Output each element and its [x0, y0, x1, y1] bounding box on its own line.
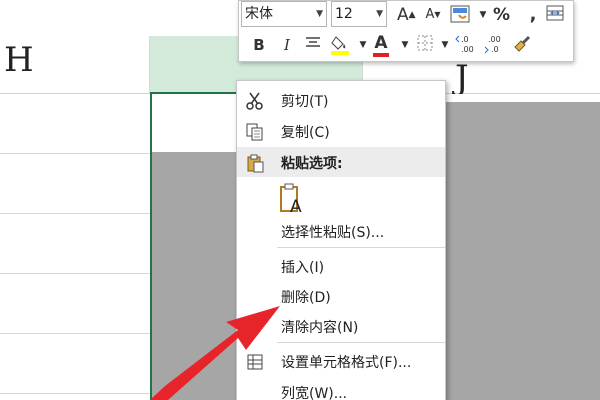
merge-center-icon [546, 5, 564, 21]
increase-decimal-button[interactable]: .0 .00 [455, 33, 479, 57]
menu-item-format-cells[interactable]: 设置单元格格式(F)... [237, 346, 445, 376]
font-name-combo[interactable]: 宋体 ▼ [241, 1, 327, 27]
menu-item-paste-keep-text[interactable]: A [237, 178, 445, 220]
cell[interactable] [0, 94, 150, 154]
shrink-font-button[interactable]: A▼ [425, 3, 441, 27]
paste-keep-text-icon: A [280, 183, 302, 214]
spreadsheet-app: H J 宋体 ▼ 12 ▼ A▲ A▼ ▼ % , B I ▼ A ▼ ▼ .0… [0, 0, 600, 400]
borders-merge-button[interactable] [545, 3, 565, 27]
clipboard-icon [247, 154, 264, 173]
chevron-down-icon[interactable]: ▼ [316, 2, 323, 26]
menu-label: 粘贴选项: [281, 156, 343, 172]
menu-separator [277, 247, 445, 248]
svg-text:.0: .0 [491, 45, 499, 54]
bold-label: B [253, 36, 265, 54]
comma-style-button[interactable]: , [525, 3, 541, 27]
menu-item-cut[interactable]: 剪切(T) [237, 85, 445, 115]
percent-label: % [493, 5, 511, 25]
menu-label: 设置单元格格式(F)... [281, 355, 412, 371]
chevron-down-icon[interactable]: ▼ [397, 33, 413, 57]
cell-styles-icon [450, 5, 470, 23]
toolbar-row-2: B I ▼ A ▼ ▼ .0 .00 .00 .0 [239, 31, 573, 59]
font-name-value: 宋体 [245, 6, 273, 22]
column-letter: J [455, 58, 469, 98]
comma-label: , [529, 4, 537, 25]
font-size-value: 12 [335, 6, 353, 22]
column-header-h[interactable]: H [0, 36, 150, 94]
cell[interactable] [0, 154, 150, 214]
percent-style-button[interactable]: % [493, 3, 510, 27]
menu-label: 复制(C) [281, 125, 330, 141]
align-center-icon [306, 37, 320, 47]
paste-icon-letter: A [290, 197, 302, 214]
menu-item-column-width[interactable]: 列宽(W)... [237, 377, 445, 400]
scissors-icon [246, 92, 263, 110]
align-center-button[interactable] [303, 33, 323, 57]
menu-item-clear-contents[interactable]: 清除内容(N) [237, 311, 445, 341]
fill-bucket-icon [331, 36, 349, 55]
cell[interactable] [0, 274, 150, 334]
menu-label: 清除内容(N) [281, 320, 359, 336]
font-color-button[interactable]: A [373, 33, 389, 57]
grow-font-label: A [397, 5, 409, 25]
menu-item-copy[interactable]: 复制(C) [237, 116, 445, 146]
chevron-down-icon[interactable]: ▼ [376, 2, 383, 26]
decrease-decimal-button[interactable]: .00 .0 [483, 33, 507, 57]
menu-item-paste-special[interactable]: 选择性粘贴(S)... [237, 216, 445, 246]
svg-text:.00: .00 [488, 35, 501, 44]
borders-button[interactable] [415, 33, 435, 57]
italic-button[interactable]: I [279, 33, 295, 57]
italic-label: I [284, 36, 290, 54]
cell[interactable] [0, 214, 150, 274]
bold-button[interactable]: B [251, 33, 267, 57]
format-painter-button[interactable] [511, 33, 533, 57]
chevron-down-icon[interactable]: ▼ [437, 33, 453, 57]
copy-icon [246, 123, 263, 141]
menu-label: 插入(I) [281, 260, 325, 276]
menu-label: 列宽(W)... [281, 386, 348, 400]
cell[interactable] [0, 334, 150, 394]
format-painter-icon [514, 35, 531, 52]
menu-item-insert[interactable]: 插入(I) [237, 251, 445, 281]
fill-color-button[interactable] [329, 33, 353, 57]
menu-separator [277, 342, 445, 343]
chevron-down-icon[interactable]: ▼ [355, 33, 371, 57]
svg-text:.0: .0 [461, 35, 469, 44]
cell-styles-button[interactable] [449, 3, 471, 27]
borders-icon [417, 35, 433, 51]
column-letter: H [4, 40, 34, 80]
chevron-down-icon[interactable]: ▼ [475, 3, 491, 27]
menu-label: 剪切(T) [281, 94, 329, 110]
decrease-decimal-icon: .00 .0 [484, 35, 501, 54]
format-cells-icon [247, 354, 263, 370]
grow-font-button[interactable]: A▲ [397, 3, 416, 27]
menu-item-paste-options: 粘贴选项: [237, 147, 445, 177]
increase-decimal-icon: .0 .00 [455, 35, 474, 54]
menu-item-delete[interactable]: 删除(D) [237, 281, 445, 311]
context-menu: 剪切(T) 复制(C) 粘贴选项: A 选择性粘贴(S)... 插入(I) 删除… [236, 80, 446, 400]
menu-label: 选择性粘贴(S)... [281, 225, 385, 241]
mini-format-toolbar: 宋体 ▼ 12 ▼ A▲ A▼ ▼ % , B I ▼ A ▼ ▼ .0 .00… [238, 0, 574, 62]
toolbar-row-1: 宋体 ▼ 12 ▼ A▲ A▼ ▼ % , [239, 1, 573, 29]
svg-text:.00: .00 [461, 45, 474, 54]
font-size-combo[interactable]: 12 ▼ [331, 1, 387, 27]
font-color-label: A [373, 33, 389, 57]
menu-label: 删除(D) [281, 290, 331, 306]
